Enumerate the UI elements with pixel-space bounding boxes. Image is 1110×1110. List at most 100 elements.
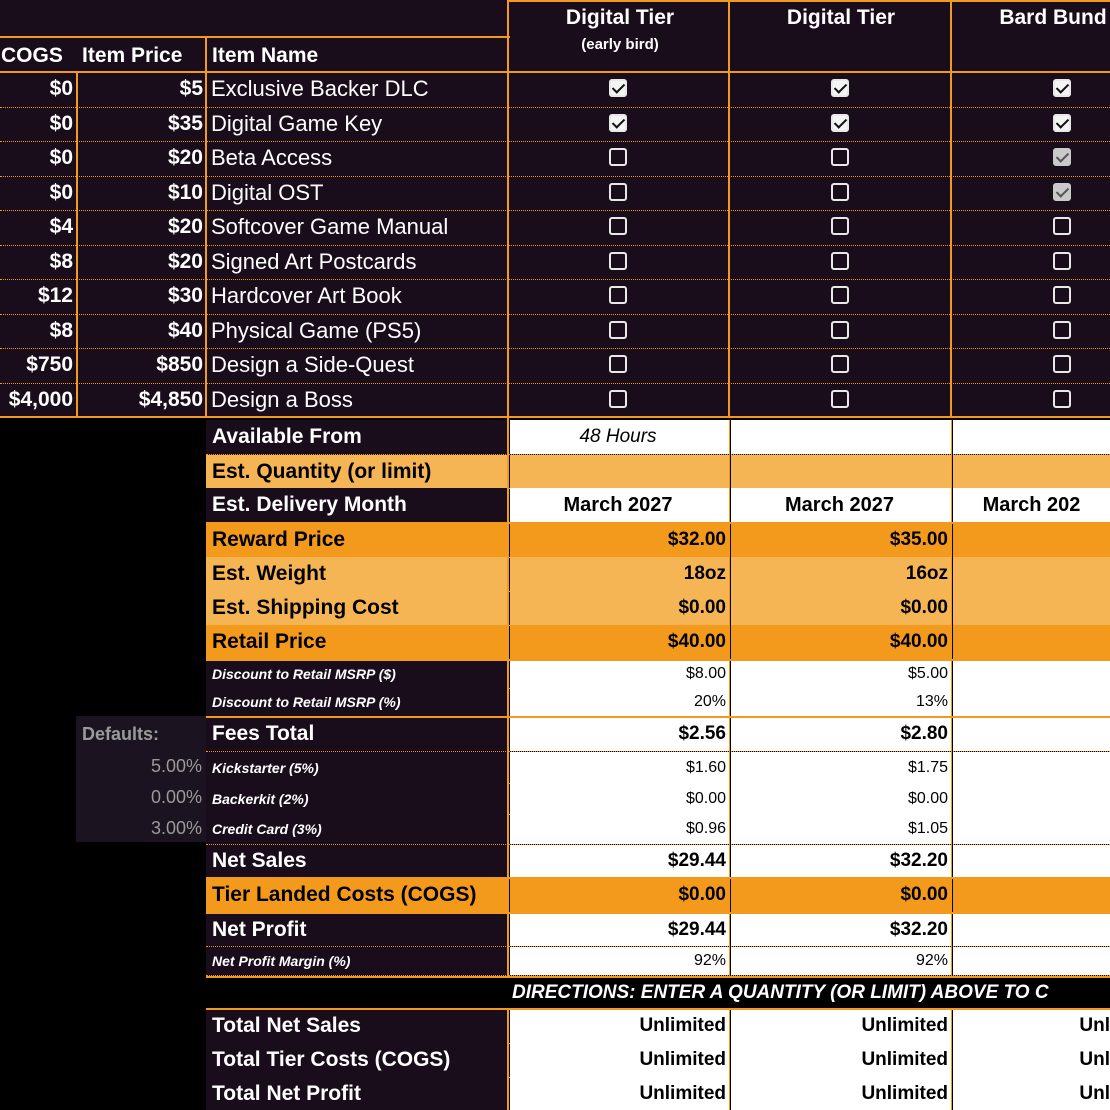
- tier-value-cell[interactable]: $32.20: [731, 913, 951, 946]
- item-tier-checkbox[interactable]: [831, 389, 849, 408]
- default-credit-card-rate[interactable]: 3.00%: [80, 814, 202, 842]
- item-cogs[interactable]: $4: [0, 210, 73, 245]
- item-tier-checkbox[interactable]: [1053, 148, 1071, 166]
- tier-value-cell[interactable]: $1.75: [731, 752, 951, 783]
- tier-value-cell[interactable]: March 202: [953, 488, 1110, 522]
- item-tier-checkbox[interactable]: [1053, 113, 1071, 132]
- tier-value-cell[interactable]: [953, 845, 1110, 877]
- tier-value-cell[interactable]: 13%: [731, 688, 951, 716]
- item-name[interactable]: Design a Side-Quest: [211, 348, 506, 383]
- tier-value-cell[interactable]: 92%: [510, 947, 729, 975]
- item-name[interactable]: Physical Game (PS5): [211, 314, 506, 349]
- tier-value-cell[interactable]: $40.00: [510, 625, 729, 659]
- tier-value-cell[interactable]: [953, 783, 1110, 814]
- tier-value-cell[interactable]: $2.56: [510, 717, 729, 751]
- item-tier-checkbox[interactable]: [609, 182, 627, 201]
- tier-value-cell[interactable]: $1.60: [510, 752, 729, 783]
- tier-value-cell[interactable]: [953, 625, 1110, 659]
- item-name[interactable]: Exclusive Backer DLC: [211, 72, 506, 107]
- tier-value-cell[interactable]: $0.00: [510, 878, 729, 912]
- tier-value-cell[interactable]: 92%: [731, 947, 951, 975]
- item-tier-checkbox[interactable]: [609, 113, 627, 132]
- tier-value-cell[interactable]: $1.05: [731, 814, 951, 844]
- item-tier-checkbox[interactable]: [831, 217, 849, 235]
- item-name[interactable]: Softcover Game Manual: [211, 210, 506, 245]
- tier-value-cell[interactable]: Unl: [953, 1077, 1110, 1110]
- item-tier-checkbox[interactable]: [609, 148, 627, 166]
- tier-value-cell[interactable]: [731, 420, 951, 454]
- tier-value-cell[interactable]: [953, 878, 1110, 912]
- item-tier-checkbox[interactable]: [1053, 286, 1071, 304]
- tier-value-cell[interactable]: [953, 752, 1110, 783]
- item-tier-checkbox[interactable]: [831, 182, 849, 201]
- tier-value-cell[interactable]: $5.00: [731, 660, 951, 688]
- item-price[interactable]: $40: [78, 314, 203, 349]
- tier-value-cell[interactable]: Unlimited: [731, 1043, 951, 1077]
- tier-value-cell[interactable]: $0.00: [510, 783, 729, 814]
- item-cogs[interactable]: $12: [0, 279, 73, 314]
- tier-value-cell[interactable]: [731, 455, 951, 488]
- item-cogs[interactable]: $8: [0, 245, 73, 280]
- item-tier-checkbox[interactable]: [831, 320, 849, 339]
- item-tier-checkbox[interactable]: [609, 355, 627, 373]
- tier-value-cell[interactable]: Unlimited: [510, 1043, 729, 1077]
- item-tier-checkbox[interactable]: [831, 355, 849, 373]
- item-price[interactable]: $30: [78, 279, 203, 314]
- tier-value-cell[interactable]: Unl: [953, 1043, 1110, 1077]
- default-kickstarter-rate[interactable]: 5.00%: [80, 752, 202, 780]
- item-cogs[interactable]: $0: [0, 107, 73, 142]
- tier-value-cell[interactable]: $2.80: [731, 717, 951, 751]
- tier-value-cell[interactable]: $0.00: [731, 878, 951, 912]
- item-tier-checkbox[interactable]: [831, 286, 849, 304]
- tier-value-cell[interactable]: 20%: [510, 688, 729, 716]
- item-tier-checkbox[interactable]: [831, 79, 849, 97]
- default-backerkit-rate[interactable]: 0.00%: [80, 783, 202, 811]
- tier-value-cell[interactable]: Unlimited: [510, 1077, 729, 1110]
- item-tier-checkbox[interactable]: [609, 79, 627, 97]
- item-name[interactable]: Digital OST: [211, 176, 506, 211]
- item-tier-checkbox[interactable]: [609, 217, 627, 235]
- tier-value-cell[interactable]: 48 Hours: [510, 420, 729, 454]
- tier-value-cell[interactable]: 16oz: [731, 557, 951, 591]
- item-cogs[interactable]: $4,000: [0, 383, 73, 418]
- item-tier-checkbox[interactable]: [831, 113, 849, 132]
- item-name[interactable]: Signed Art Postcards: [211, 245, 506, 280]
- tier-value-cell[interactable]: [953, 557, 1110, 591]
- tier-value-cell[interactable]: $0.00: [731, 591, 951, 625]
- tier-value-cell[interactable]: $29.44: [510, 913, 729, 946]
- tier-value-cell[interactable]: March 2027: [731, 488, 951, 522]
- tier-value-cell[interactable]: $0.00: [731, 783, 951, 814]
- item-price[interactable]: $4,850: [78, 383, 203, 418]
- item-price[interactable]: $20: [78, 210, 203, 245]
- tier-value-cell[interactable]: $8.00: [510, 660, 729, 688]
- item-cogs[interactable]: $750: [0, 348, 73, 383]
- tier-value-cell[interactable]: [953, 523, 1110, 557]
- item-tier-checkbox[interactable]: [831, 251, 849, 270]
- tier-value-cell[interactable]: [953, 455, 1110, 488]
- tier-value-cell[interactable]: $35.00: [731, 523, 951, 557]
- item-price[interactable]: $10: [78, 176, 203, 211]
- item-tier-checkbox[interactable]: [1053, 217, 1071, 235]
- tier-value-cell[interactable]: [953, 814, 1110, 844]
- item-tier-checkbox[interactable]: [1053, 320, 1071, 339]
- tier-value-cell[interactable]: [510, 455, 729, 488]
- item-cogs[interactable]: $0: [0, 176, 73, 211]
- item-tier-checkbox[interactable]: [609, 251, 627, 270]
- tier-value-cell[interactable]: [953, 913, 1110, 946]
- item-cogs[interactable]: $8: [0, 314, 73, 349]
- item-price[interactable]: $20: [78, 245, 203, 280]
- item-name[interactable]: Hardcover Art Book: [211, 279, 506, 314]
- tier-header-2[interactable]: Digital Tier: [731, 0, 951, 72]
- tier-value-cell[interactable]: Unl: [953, 1009, 1110, 1043]
- tier-header-3[interactable]: Bard Bund: [953, 0, 1110, 72]
- item-cogs[interactable]: $0: [0, 141, 73, 176]
- tier-value-cell[interactable]: [953, 947, 1110, 975]
- item-tier-checkbox[interactable]: [1053, 79, 1071, 97]
- tier-value-cell[interactable]: $32.00: [510, 523, 729, 557]
- tier-value-cell[interactable]: Unlimited: [510, 1009, 729, 1043]
- item-tier-checkbox[interactable]: [1053, 251, 1071, 270]
- item-tier-checkbox[interactable]: [609, 320, 627, 339]
- tier-value-cell[interactable]: $32.20: [731, 845, 951, 877]
- tier-value-cell[interactable]: $29.44: [510, 845, 729, 877]
- item-tier-checkbox[interactable]: [1053, 389, 1071, 408]
